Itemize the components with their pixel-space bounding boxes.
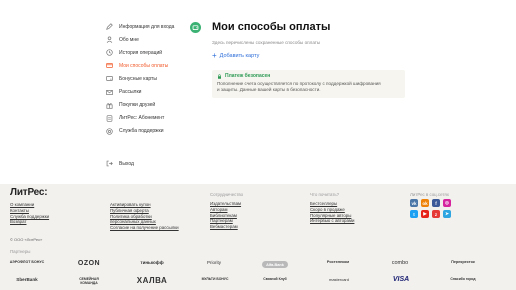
sidebar-item-friends-purchases[interactable]: Покупки друзей xyxy=(105,99,200,112)
partner-logo[interactable]: OZON xyxy=(74,260,104,267)
partner-logo[interactable]: Alfa-Bank xyxy=(262,261,288,268)
footer-col-title: Что почитать? xyxy=(310,192,340,197)
partner-logo[interactable]: СЕМЕЙНАЯ КОМАНДА xyxy=(74,277,104,285)
partner-logo[interactable]: Спасибо город xyxy=(448,277,478,281)
page: Информация для входа Обо мне История опе… xyxy=(0,0,516,290)
page-description: Здесь перечислены сохраненные способы оп… xyxy=(212,40,321,45)
footer-col-legal: Активировать купон Публичная оферта Поли… xyxy=(110,202,179,230)
sidebar-item-about-me[interactable]: Обо мне xyxy=(105,33,200,46)
footer-link[interactable]: Библиотекам xyxy=(210,213,243,218)
footer-col-company: О компании Контакты Служба поддержки Воз… xyxy=(10,202,49,225)
footer-link[interactable]: Возврат xyxy=(10,219,49,224)
footer-col-reading: Что почитать? Бестселлеры Скоро в продаж… xyxy=(310,192,354,224)
footer-link[interactable]: Авторам xyxy=(210,207,243,212)
twitter-icon[interactable]: t xyxy=(410,210,418,218)
copyright: © ООО «ЛитРес» xyxy=(10,237,43,242)
sidebar-item-label: Рассылки xyxy=(119,89,142,96)
footer-link[interactable]: Издательствам xyxy=(210,201,243,206)
footer-col-cooperation: Сотрудничество Издательствам Авторам Биб… xyxy=(210,192,243,230)
footer: ЛитРес: О компании Контакты Служба подде… xyxy=(0,184,516,290)
footer-link[interactable]: Публичная оферта xyxy=(110,208,179,213)
user-icon xyxy=(105,35,114,44)
wallet-icon xyxy=(190,22,201,33)
add-card-label: Добавить карту xyxy=(219,53,260,59)
logout-icon xyxy=(105,159,114,168)
page-title: Мои способы оплаты xyxy=(212,21,331,33)
account-area: Информация для входа Обо мне История опе… xyxy=(0,0,516,184)
support-icon xyxy=(105,127,114,136)
footer-link[interactable]: Активировать купон xyxy=(110,202,179,207)
footer-link[interactable]: Скоро в продаже xyxy=(310,207,354,212)
instagram-icon[interactable]: ◎ xyxy=(443,199,451,207)
sidebar-item-label: ЛитРес: Абонемент xyxy=(119,115,165,122)
youtube-icon[interactable]: ▶ xyxy=(421,210,429,218)
sidebar-item-label: Обо мне xyxy=(119,36,139,43)
sidebar-item-support[interactable]: Служба поддержки xyxy=(105,125,200,138)
footer-link[interactable]: Интервью с авторами xyxy=(310,218,354,223)
footer-link[interactable]: Партнерам xyxy=(210,218,243,223)
sidebar-item-label: Информация для входа xyxy=(119,23,175,30)
partner-logo[interactable]: mastercard xyxy=(322,277,356,282)
sidebar-item-label: Бонусные карты xyxy=(119,75,157,82)
vk-icon[interactable]: vk xyxy=(410,199,418,207)
add-card-button[interactable]: + Добавить карту xyxy=(212,52,259,60)
telegram-icon[interactable]: ➤ xyxy=(443,210,451,218)
logout-button[interactable]: Выход xyxy=(105,157,134,170)
partner-logo[interactable]: SberBank xyxy=(10,277,44,282)
subscription-icon xyxy=(105,114,114,123)
sidebar-item-label: История операций xyxy=(119,49,163,56)
footer-link[interactable]: персональных данных xyxy=(110,219,179,224)
gift-icon xyxy=(105,101,114,110)
sidebar-item-label: Покупки друзей xyxy=(119,102,156,109)
sidebar-item-login-info[interactable]: Информация для входа xyxy=(105,20,200,33)
sidebar-item-subscription[interactable]: ЛитРес: Абонемент xyxy=(105,112,200,125)
footer-link[interactable]: Вебмастерам xyxy=(210,224,243,229)
security-title: Платеж безопасен xyxy=(225,73,271,79)
footer-logo: ЛитРес: xyxy=(10,187,48,198)
partner-logo[interactable]: combo xyxy=(386,260,414,266)
footer-link[interactable]: О компании xyxy=(10,202,49,207)
partner-logo[interactable]: АЭРОФЛОТ БОНУС xyxy=(10,260,44,264)
partners-title: Партнеры xyxy=(10,249,31,254)
bonus-card-icon xyxy=(105,74,114,83)
sidebar-menu: Информация для входа Обо мне История опе… xyxy=(105,20,200,138)
logout-label: Выход xyxy=(119,160,134,167)
partner-logo[interactable]: Перекресток xyxy=(446,260,480,264)
zen-icon[interactable]: z xyxy=(432,210,440,218)
footer-link[interactable]: Служба поддержки xyxy=(10,214,49,219)
facebook-icon[interactable]: f xyxy=(432,199,440,207)
sidebar-item-payment-methods[interactable]: Мои способы оплаты xyxy=(105,59,200,72)
footer-col-title: Сотрудничество xyxy=(210,192,244,197)
partner-logo[interactable]: МУЛЬТИ БОНУС xyxy=(200,277,230,281)
sidebar-item-label: Служба поддержки xyxy=(119,128,164,135)
partner-logo[interactable]: Связной Клуб xyxy=(262,277,288,281)
ok-icon[interactable]: ok xyxy=(421,199,429,207)
history-icon xyxy=(105,48,114,57)
partner-logo[interactable]: VISA xyxy=(390,276,412,283)
sidebar-item-label: Мои способы оплаты xyxy=(119,62,169,69)
partner-logo[interactable]: Priority xyxy=(200,260,228,265)
partner-logo[interactable]: ХАЛВА xyxy=(134,276,170,285)
lock-icon xyxy=(218,73,221,79)
sidebar-item-history[interactable]: История операций xyxy=(105,46,200,59)
footer-link[interactable]: Популярные авторы xyxy=(310,213,354,218)
sidebar-item-bonus-cards[interactable]: Бонусные карты xyxy=(105,72,200,85)
footer-link[interactable]: Бестселлеры xyxy=(310,201,354,206)
pencil-icon xyxy=(105,22,114,31)
card-icon xyxy=(105,61,114,70)
partner-logo[interactable]: тинькофф xyxy=(136,260,168,265)
social-links: vk ok f ◎ t ▶ z ➤ xyxy=(410,199,451,218)
partner-logo[interactable]: Ростелеком xyxy=(322,260,354,264)
plus-icon: + xyxy=(212,51,217,60)
footer-link[interactable]: Согласие на получение рассылки xyxy=(110,225,179,230)
security-notice: Платеж безопасен Пополнение счета осущес… xyxy=(212,70,405,98)
footer-link[interactable]: Контакты xyxy=(10,208,49,213)
mail-icon xyxy=(105,88,114,97)
sidebar-item-mailings[interactable]: Рассылки xyxy=(105,85,200,98)
security-text-2: и защиты. Данные вашей карты в безопасно… xyxy=(217,87,321,93)
